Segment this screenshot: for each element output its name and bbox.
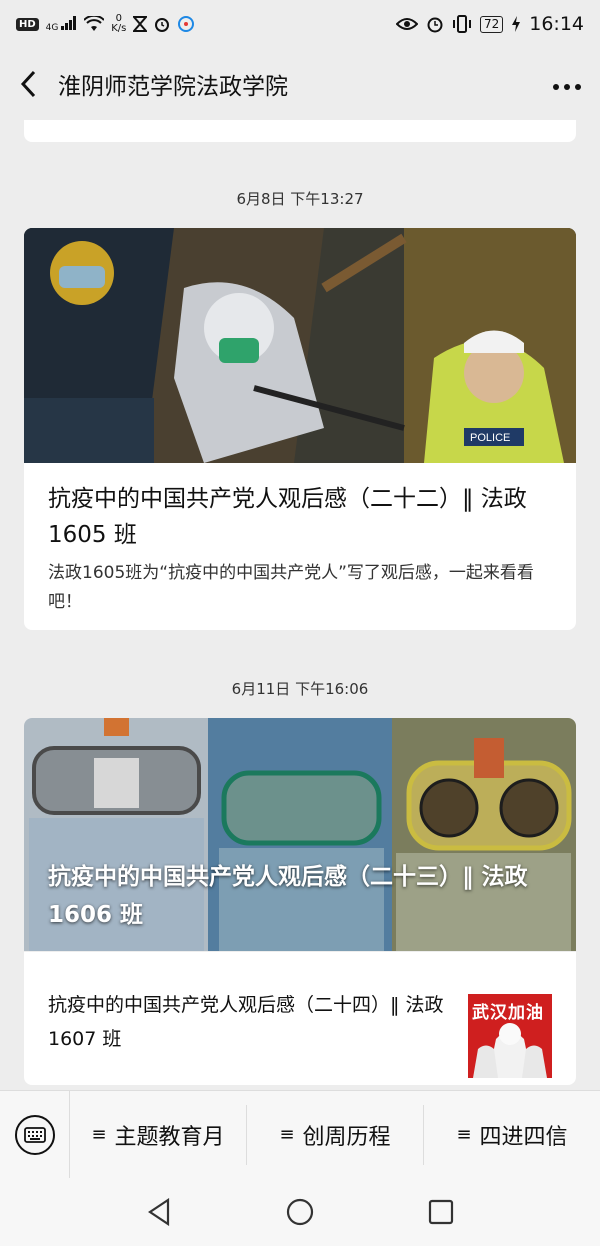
network-badge: HD [16,17,39,31]
article-title[interactable]: 抗疫中的中国共产党人观后感（二十二）‖ 法政 1605 班 [24,481,576,553]
hourglass-icon [133,16,148,32]
thumbnail-caption: 武汉加油 [472,1003,544,1023]
official-account-menu: ≡ 主题教育月 ≡ 创周历程 ≡ 四进四信 [0,1090,600,1179]
menu-list-icon: ≡ [456,1124,472,1145]
app-notification-icon [178,16,195,32]
more-options-button[interactable] [552,68,582,98]
menu-item-four-in[interactable]: ≡ 四进四信 [424,1105,600,1165]
alarm-icon [155,18,170,32]
network-speed: 0 K/s [111,14,126,34]
menu-item-label: 创周历程 [302,1124,391,1150]
menu-item-history[interactable]: ≡ 创周历程 [247,1104,424,1165]
status-bar: HD 4G 0 K/s 72 16:14 [0,0,600,48]
recents-square-icon[interactable] [428,1199,454,1225]
article-cover-image[interactable]: 抗疫中的中国共产党人观后感（二十三）‖ 法政 1606 班 [24,718,576,951]
clock: 16:14 [529,13,584,35]
page-title: 淮阴师范学院法政学院 [58,74,288,100]
speed-unit: K/s [111,23,127,34]
keyboard-icon [23,1126,46,1143]
article-cover-image[interactable]: POLICE [24,228,576,463]
timestamp: 6月8日 下午13:27 [236,190,364,208]
article-card[interactable]: POLICE 抗疫中的中国共产党人观后感（二十二）‖ 法政 1605 班 法政1… [24,228,576,630]
eye-icon [395,18,418,30]
vibrate-icon [452,15,471,33]
menu-list-icon: ≡ [279,1124,295,1145]
chevron-left-icon [20,70,36,98]
charging-icon [512,16,521,32]
title-bar: 淮阴师范学院法政学院 [0,48,600,120]
article-description: 法政1605班为“抗疫中的中国共产党人”写了观后感，一起来看看吧！ [48,563,534,612]
timestamp: 6月11日 下午16:06 [231,680,369,698]
back-button[interactable] [0,48,58,120]
previous-article-card[interactable] [24,120,576,142]
alarm-clock-icon [427,17,443,33]
article-card[interactable]: 抗疫中的中国共产党人观后感（二十三）‖ 法政 1606 班 抗疫中的中国共产党人… [24,718,576,1085]
menu-item-label: 主题教育月 [114,1124,225,1150]
back-triangle-icon[interactable] [146,1198,172,1226]
sub-article-title[interactable]: 抗疫中的中国共产党人观后感（二十四）‖ 法政 1607 班 [48,988,448,1056]
sub-article-thumbnail[interactable]: 武汉加油 [468,994,552,1078]
keyboard-toggle-button[interactable] [0,1090,70,1179]
system-navigation-bar [0,1178,600,1246]
signal-label: 4G [45,22,59,33]
more-icon [553,84,581,90]
menu-list-icon: ≡ [91,1124,107,1145]
message-feed[interactable]: 6月8日 下午13:27 POLICE 抗疫中的中国共产党人观后感（二十二）‖ … [0,120,600,1090]
menu-item-theme-month[interactable]: ≡ 主题教育月 [70,1104,247,1165]
home-circle-icon[interactable] [285,1197,315,1227]
signal-icon: 4G [45,15,78,33]
article-title-overlay[interactable]: 抗疫中的中国共产党人观后感（二十三）‖ 法政 1606 班 [48,858,558,934]
sub-article-row[interactable]: 抗疫中的中国共产党人观后感（二十四）‖ 法政 1607 班 武汉加油 [24,951,576,1085]
menu-item-label: 四进四信 [479,1124,568,1150]
battery-indicator: 72 [479,15,504,33]
wifi-icon [84,16,105,31]
svg-text:POLICE: POLICE [470,432,510,444]
